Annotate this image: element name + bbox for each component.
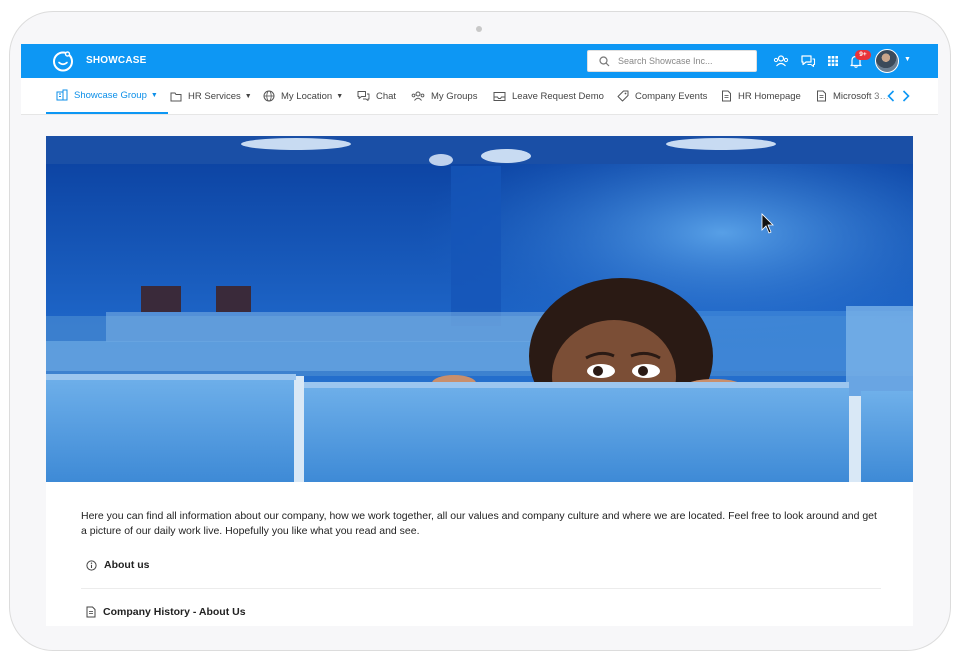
section-label: About us	[104, 559, 150, 571]
main-content: Here you can find all information about …	[46, 136, 913, 626]
nav-item-label: My Groups	[431, 90, 478, 102]
search-input[interactable]	[618, 51, 753, 71]
nav-item-my-location[interactable]: My Location ▼	[263, 78, 343, 114]
nav-item-hr-homepage[interactable]: HR Homepage	[721, 78, 801, 114]
page-icon	[722, 90, 731, 102]
logo-icon[interactable]	[52, 50, 74, 72]
nav-item-my-groups[interactable]: My Groups	[411, 78, 477, 114]
search-icon	[599, 56, 610, 67]
apps-grid-icon[interactable]	[825, 53, 841, 69]
section-divider	[81, 588, 881, 589]
chat-icon[interactable]	[800, 53, 816, 69]
nav-item-chat[interactable]: Chat	[357, 78, 396, 114]
brand-name[interactable]: SHOWCASE	[86, 55, 147, 66]
search-box[interactable]	[587, 50, 757, 72]
section-company-history[interactable]: Company History - About Us	[86, 606, 246, 618]
building-icon	[56, 89, 68, 101]
chevron-down-icon: ▼	[150, 91, 158, 99]
page-icon	[817, 90, 826, 102]
top-bar: SHOWCASE 9+ ▼	[21, 44, 938, 78]
nav-item-showcase-group[interactable]: Showcase Group ▼	[46, 78, 168, 114]
inbox-icon	[493, 91, 506, 101]
chevron-down-icon: ▼	[244, 92, 252, 100]
nav-item-label: Company Events	[635, 90, 708, 102]
nav-item-company-events[interactable]: Company Events	[617, 78, 707, 114]
section-about-us[interactable]: About us	[86, 559, 150, 571]
nav-item-label: HR Services	[188, 90, 241, 102]
nav-item-leave-request-demo[interactable]: Leave Request Demo	[493, 78, 604, 114]
section-label: Company History - About Us	[103, 606, 246, 618]
nav-item-label: Chat	[376, 90, 397, 102]
camera-dot	[476, 26, 482, 32]
nav-item-label: Leave Request Demo	[512, 90, 604, 102]
nav-item-label: My Location	[281, 90, 333, 102]
avatar[interactable]	[875, 49, 899, 73]
nav-item-label: HR Homepage	[738, 90, 801, 102]
nav-bar: Showcase Group ▼ HR Services ▼ My Locati…	[21, 78, 938, 115]
chat-icon	[357, 91, 370, 101]
tag-icon	[617, 90, 629, 102]
info-icon	[86, 559, 97, 571]
globe-icon	[263, 90, 275, 102]
folder-icon	[170, 92, 182, 101]
nav-item-hr-services[interactable]: HR Services ▼	[170, 78, 252, 114]
intro-text: Here you can find all information about …	[81, 509, 877, 537]
chevron-down-icon: ▼	[336, 92, 344, 100]
chevron-left-icon[interactable]	[886, 89, 896, 103]
chevron-right-icon[interactable]	[901, 89, 911, 103]
notification-badge[interactable]: 9+	[855, 50, 871, 60]
people-icon[interactable]	[773, 53, 789, 69]
groups-icon	[411, 91, 425, 101]
document-icon	[86, 606, 96, 618]
hero-image	[46, 136, 913, 482]
nav-item-label: Showcase Group	[74, 89, 147, 101]
chevron-down-icon[interactable]: ▼	[904, 56, 911, 63]
